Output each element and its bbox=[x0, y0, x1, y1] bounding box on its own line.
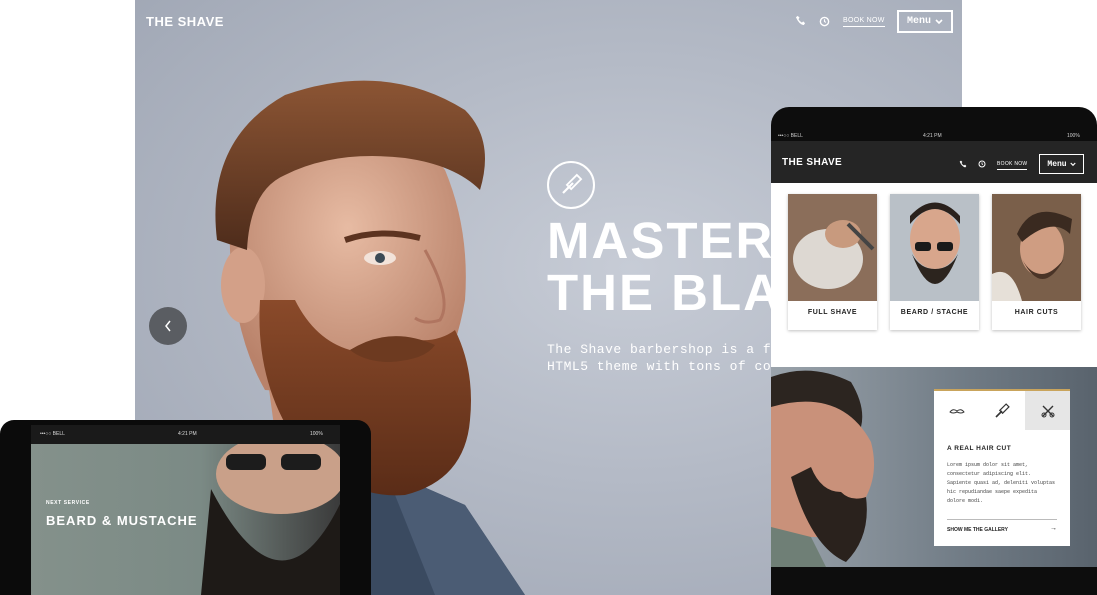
scissors-icon bbox=[1041, 405, 1054, 417]
tablet-menu-label: Menu bbox=[1047, 159, 1067, 169]
service-card-label: FULL SHAVE bbox=[807, 309, 858, 316]
tablet-services-grid: FULL SHAVE BEARD / STACHE HAIR CUTS bbox=[771, 183, 1097, 367]
phone-icon[interactable] bbox=[795, 15, 806, 29]
clock-icon[interactable] bbox=[819, 16, 830, 30]
tablet-device: •••○○ BELL 4:21 PM 100% THE SHAVE BOOK N… bbox=[771, 107, 1097, 595]
hero-description: The Shave barbershop is a f HTML5 theme … bbox=[547, 341, 771, 375]
menu-button[interactable]: Menu bbox=[897, 10, 953, 33]
tablet-time: 4:21 PM bbox=[923, 133, 942, 139]
scissors-tab[interactable] bbox=[1025, 391, 1070, 430]
mustache-tab[interactable] bbox=[934, 391, 979, 430]
razor-icon bbox=[995, 402, 1010, 418]
show-gallery-link[interactable]: SHOW ME THE GALLERY bbox=[947, 527, 1008, 533]
hair-cut-info-panel: A REAL HAIR CUT Lorem ipsum dolor sit am… bbox=[934, 389, 1070, 546]
tablet-battery: 100% bbox=[1067, 133, 1080, 139]
phone-status-bar: •••○○ BELL 4:21 PM 100% bbox=[31, 425, 340, 444]
tablet-status-bar: •••○○ BELL 4:21 PM 100% bbox=[771, 131, 1097, 141]
razor-tab[interactable] bbox=[979, 391, 1025, 430]
phone-next-service-screen: NEXT SERVICE BEARD & MUSTACHE bbox=[31, 444, 340, 595]
panel-divider bbox=[947, 519, 1057, 520]
hero-logo[interactable]: THE SHAVE bbox=[146, 14, 224, 29]
hero-desc-line1: The Shave barbershop is a f bbox=[547, 342, 772, 357]
menu-button-label: Menu bbox=[906, 16, 931, 27]
phone-time: 4:21 PM bbox=[178, 431, 197, 437]
service-card-beard-stache[interactable]: BEARD / STACHE bbox=[890, 194, 979, 330]
service-card-hair-cuts[interactable]: HAIR CUTS bbox=[992, 194, 1081, 330]
chevron-down-icon bbox=[1069, 162, 1076, 166]
phone-device: •••○○ BELL 4:21 PM 100% NEXT SERVICE BEA… bbox=[0, 420, 371, 595]
razor-emblem-icon bbox=[547, 161, 595, 209]
phone-battery: 100% bbox=[310, 431, 323, 437]
beard-stache-image bbox=[890, 194, 979, 301]
arrow-right-icon[interactable]: → bbox=[1050, 525, 1057, 532]
panel-body: Lorem ipsum dolor sit amet, consectetur … bbox=[947, 462, 1056, 504]
next-service-label: NEXT SERVICE bbox=[46, 500, 90, 506]
phone-carrier: •••○○ BELL bbox=[40, 431, 65, 437]
hair-cuts-image bbox=[992, 194, 1081, 301]
phone-icon[interactable] bbox=[959, 160, 967, 168]
tablet-logo[interactable]: THE SHAVE bbox=[782, 157, 842, 168]
slider-prev-button[interactable] bbox=[149, 307, 187, 345]
service-card-label: BEARD / STACHE bbox=[900, 309, 969, 316]
service-card-full-shave[interactable]: FULL SHAVE bbox=[788, 194, 877, 330]
next-service-title[interactable]: BEARD & MUSTACHE bbox=[46, 513, 198, 528]
chevron-left-icon bbox=[165, 320, 171, 332]
hero-desc-line2: HTML5 theme with tons of co bbox=[547, 359, 772, 374]
tablet-navbar: THE SHAVE BOOK NOW Menu bbox=[771, 141, 1097, 183]
clock-icon[interactable] bbox=[978, 160, 986, 168]
service-card-label: HAIR CUTS bbox=[1014, 309, 1059, 316]
book-now-link[interactable]: BOOK NOW bbox=[843, 17, 885, 27]
panel-title: A REAL HAIR CUT bbox=[947, 445, 1012, 452]
mustache-icon bbox=[948, 408, 965, 413]
tablet-book-now-link[interactable]: BOOK NOW bbox=[997, 161, 1028, 170]
tablet-carrier: •••○○ BELL bbox=[778, 133, 803, 139]
full-shave-image bbox=[788, 194, 877, 301]
tablet-menu-button[interactable]: Menu bbox=[1039, 154, 1084, 174]
chevron-down-icon bbox=[935, 18, 943, 24]
